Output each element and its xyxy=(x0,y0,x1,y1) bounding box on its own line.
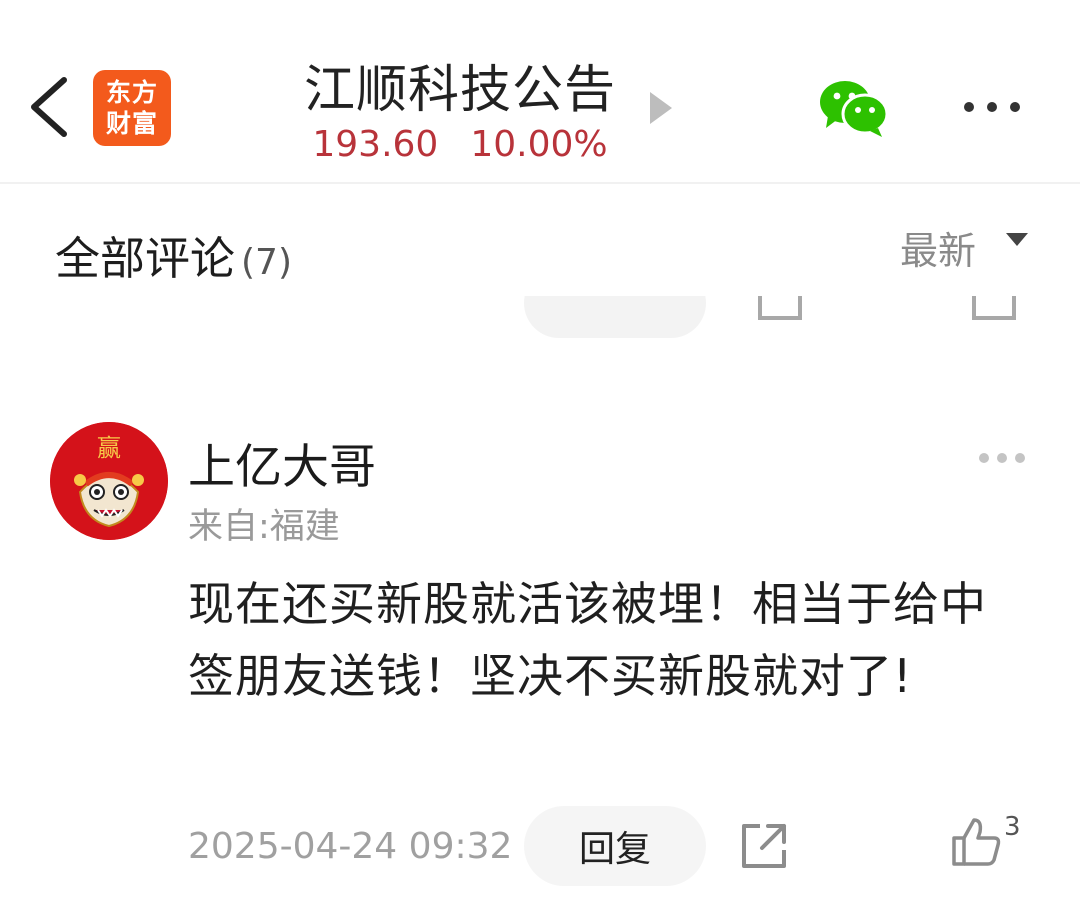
comment-date: 2025-04-24 09:32 xyxy=(188,826,513,867)
sort-dropdown[interactable]: 最新 xyxy=(900,220,976,275)
play-arrow-icon[interactable] xyxy=(650,92,672,124)
comment-username[interactable]: 上亿大哥 xyxy=(188,428,376,497)
logo-text-line2: 财富 xyxy=(105,109,158,138)
previous-reply-button[interactable] xyxy=(524,296,706,338)
comment-location: 来自:福建 xyxy=(188,507,340,547)
previous-like-icon[interactable] xyxy=(972,296,1016,320)
lion-dance-avatar-icon: 赢 xyxy=(50,422,168,540)
avatar[interactable]: 赢 xyxy=(50,422,168,540)
like-count: 3 xyxy=(1004,812,1021,842)
reply-button[interactable]: 回复 xyxy=(524,806,706,886)
stock-price: 193.60 xyxy=(312,124,439,165)
more-options-icon[interactable] xyxy=(960,96,1024,118)
header-divider xyxy=(0,182,1080,184)
comment-more-icon[interactable] xyxy=(976,450,1028,466)
stock-quote[interactable]: 193.60 10.00% xyxy=(260,124,660,165)
comment-count: (7) xyxy=(241,242,293,283)
all-comments-heading: 全部评论 (7) xyxy=(55,222,292,287)
page-title[interactable]: 江顺科技公告 xyxy=(260,48,660,122)
comment-body: 现在还买新股就活该被埋！相当于给中签朋友送钱！坚决不买新股就对了! xyxy=(188,577,987,703)
back-chevron-icon[interactable] xyxy=(22,72,82,142)
stock-change: 10.00% xyxy=(470,124,608,165)
share-icon[interactable] xyxy=(738,820,790,872)
top-navigation-bar: 东方 财富 江顺科技公告 193.60 10.00% xyxy=(0,0,1080,184)
eastmoney-logo[interactable]: 东方 财富 xyxy=(93,70,171,146)
thumbs-up-icon[interactable] xyxy=(948,814,1004,870)
previous-share-icon[interactable] xyxy=(758,296,802,320)
caret-down-icon[interactable] xyxy=(1006,233,1028,246)
logo-text-line1: 东方 xyxy=(105,78,158,107)
wechat-icon[interactable] xyxy=(818,78,890,138)
previous-comment-footer xyxy=(0,296,1080,342)
avatar-glyph: 赢 xyxy=(97,434,121,462)
all-comments-label: 全部评论 xyxy=(55,232,236,285)
